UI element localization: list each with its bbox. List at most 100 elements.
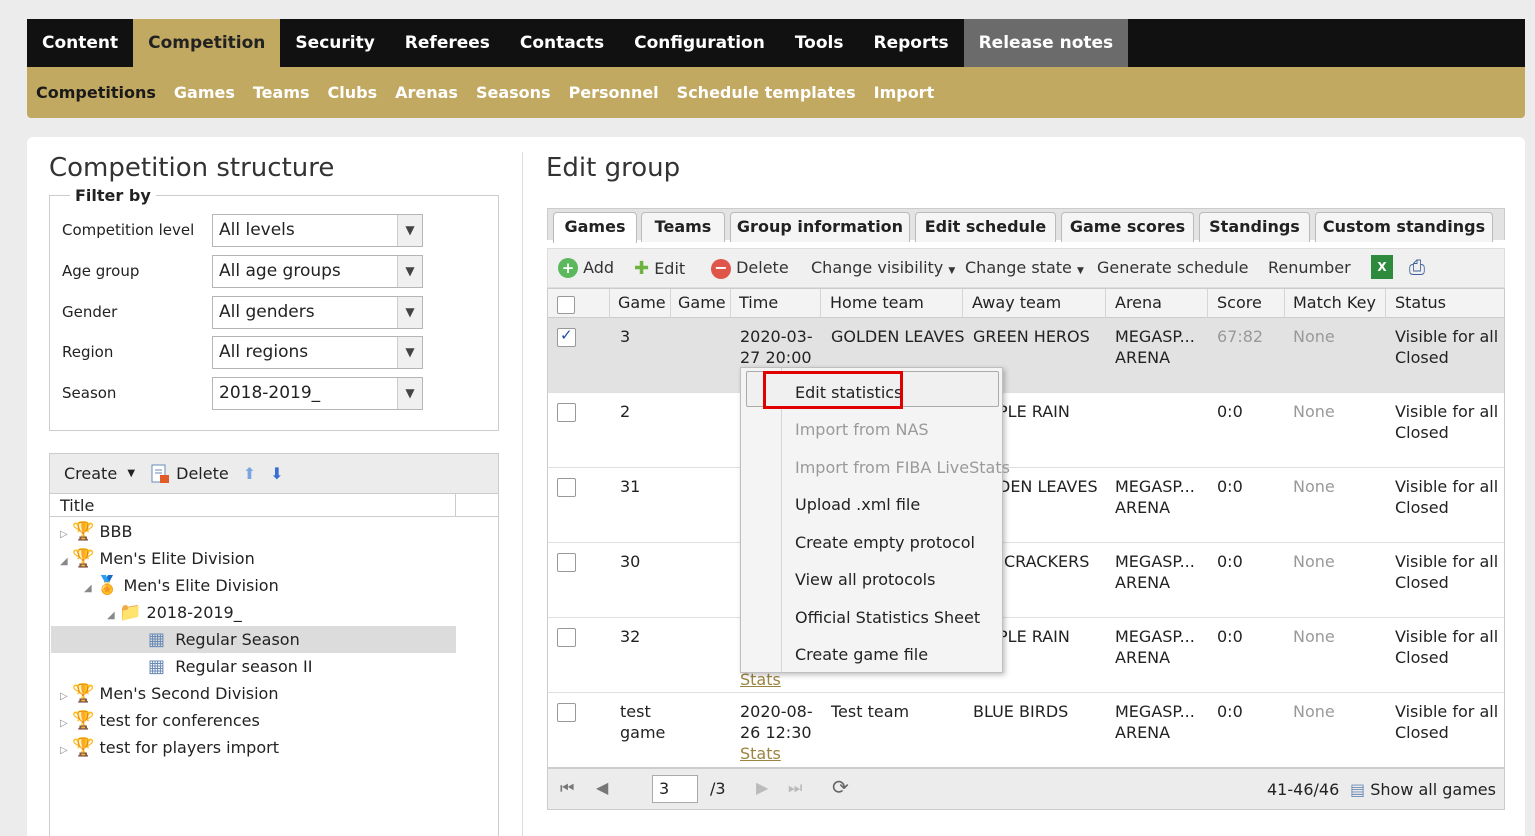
table-row[interactable]: 3 2020-03- 27 20:00 GOLDEN LEAVES GREEN …: [548, 318, 1504, 393]
age-group-select[interactable]: All age groups ▼: [212, 255, 423, 288]
create-button[interactable]: Create ▼: [64, 464, 135, 483]
tree-node-mens-second[interactable]: ▷ 🏆 Men's Second Division: [60, 680, 278, 707]
col-game-2[interactable]: Game: [678, 293, 730, 312]
table-row[interactable]: test game 2020-08- 26 12:30 Stats Test t…: [548, 693, 1504, 767]
menu-create-game-file[interactable]: Create game file: [795, 645, 928, 664]
expand-icon[interactable]: ▷: [60, 710, 72, 737]
collapse-icon[interactable]: ◢: [84, 575, 96, 602]
tab-custom-standings[interactable]: Custom standings: [1315, 212, 1493, 242]
tab-games[interactable]: Games: [553, 212, 637, 243]
tab-group-information[interactable]: Group information: [730, 212, 910, 242]
subnav-competitions[interactable]: Competitions: [36, 83, 156, 102]
nav-security[interactable]: Security: [280, 19, 389, 67]
col-score[interactable]: Score: [1217, 293, 1262, 312]
tab-edit-schedule[interactable]: Edit schedule: [915, 212, 1056, 242]
season-select[interactable]: 2018-2019_ ▼: [212, 377, 423, 410]
tab-teams[interactable]: Teams: [641, 212, 725, 242]
grid-header: Game Game Time Home team Away team Arena…: [548, 289, 1504, 318]
row-checkbox[interactable]: [557, 703, 576, 722]
menu-import-nas[interactable]: Import from NAS: [795, 420, 929, 439]
nav-tools[interactable]: Tools: [780, 19, 859, 67]
table-row[interactable]: 2 PLE RAIN 0:0 None Visible for all Clos…: [548, 393, 1504, 468]
tab-game-scores[interactable]: Game scores: [1061, 212, 1194, 242]
subnav-teams[interactable]: Teams: [253, 83, 310, 102]
filter-label-region: Region: [62, 343, 114, 361]
print-button[interactable]: ⎙: [1409, 255, 1433, 279]
chevron-down-icon: ▼: [397, 378, 422, 409]
refresh-icon[interactable]: ⟳: [832, 775, 849, 799]
table-row[interactable]: 31 DEN LEAVES MEGASP... ARENA 0:0 None V…: [548, 468, 1504, 543]
tree-node-regular-season[interactable]: ▦ Regular Season: [148, 626, 300, 653]
col-match-key[interactable]: Match Key: [1293, 293, 1376, 312]
expand-icon[interactable]: ▷: [60, 683, 72, 710]
chevron-down-icon: ▼: [397, 215, 422, 246]
table-row[interactable]: 30 CRACKERS MEGASP... ARENA 0:0 None Vis…: [548, 543, 1504, 618]
subnav-clubs[interactable]: Clubs: [328, 83, 378, 102]
subnav-seasons[interactable]: Seasons: [476, 83, 551, 102]
show-all-games-button[interactable]: ▤ Show all games: [1350, 780, 1496, 799]
generate-schedule-button[interactable]: Generate schedule: [1097, 258, 1249, 277]
row-checkbox[interactable]: [557, 478, 576, 497]
competition-level-select[interactable]: All levels ▼: [212, 214, 423, 247]
subnav-games[interactable]: Games: [174, 83, 235, 102]
delete-button[interactable]: − Delete: [711, 258, 789, 279]
move-up-button[interactable]: ⬆: [243, 464, 256, 483]
nav-reports[interactable]: Reports: [858, 19, 963, 67]
excel-export-button[interactable]: X: [1371, 255, 1393, 279]
tab-standings[interactable]: Standings: [1199, 212, 1310, 242]
col-home-team[interactable]: Home team: [830, 293, 924, 312]
row-checkbox[interactable]: [557, 553, 576, 572]
menu-official-statistics-sheet[interactable]: Official Statistics Sheet: [795, 608, 980, 627]
region-select[interactable]: All regions ▼: [212, 336, 423, 369]
menu-view-all-protocols[interactable]: View all protocols: [795, 570, 935, 589]
expand-icon[interactable]: ▷: [60, 737, 72, 764]
tree-node-conferences[interactable]: ▷ 🏆 test for conferences: [60, 707, 260, 734]
nav-competition[interactable]: Competition: [133, 19, 281, 67]
subnav-schedule-templates[interactable]: Schedule templates: [677, 83, 856, 102]
gender-select[interactable]: All genders ▼: [212, 296, 423, 329]
col-game[interactable]: Game: [618, 293, 670, 312]
menu-upload-xml[interactable]: Upload .xml file: [795, 495, 920, 514]
col-status[interactable]: Status: [1395, 293, 1446, 312]
edit-button[interactable]: ✚ Edit: [634, 258, 685, 279]
expand-icon[interactable]: ▷: [60, 521, 72, 548]
first-page-icon[interactable]: ⏮: [560, 778, 574, 798]
nav-configuration[interactable]: Configuration: [619, 19, 780, 67]
subnav-personnel[interactable]: Personnel: [569, 83, 659, 102]
nav-content[interactable]: Content: [27, 19, 133, 67]
table-row[interactable]: 32 Stats PLE RAIN MEGASP... ARENA 0:0 No…: [548, 618, 1504, 693]
col-time[interactable]: Time: [739, 293, 778, 312]
prev-page-icon[interactable]: ◀: [596, 778, 608, 797]
collapse-icon[interactable]: ◢: [60, 548, 72, 575]
page-input[interactable]: 3: [652, 775, 698, 803]
tree-node-regular-season-ii[interactable]: ▦ Regular season II: [148, 653, 312, 680]
select-all-checkbox[interactable]: [557, 296, 575, 314]
row-checkbox[interactable]: [557, 326, 576, 347]
col-away-team[interactable]: Away team: [972, 293, 1061, 312]
tree-node-season[interactable]: ◢ 📁 2018-2019_: [107, 599, 242, 626]
stats-link[interactable]: Stats: [740, 743, 781, 764]
move-down-button[interactable]: ⬇: [270, 464, 283, 483]
collapse-icon[interactable]: ◢: [107, 602, 119, 629]
menu-import-fiba[interactable]: Import from FIBA LiveStats: [795, 458, 1010, 477]
next-page-icon[interactable]: ▶: [756, 778, 768, 797]
row-checkbox[interactable]: [557, 628, 576, 647]
col-arena[interactable]: Arena: [1115, 293, 1162, 312]
subnav-import[interactable]: Import: [874, 83, 935, 102]
nav-contacts[interactable]: Contacts: [505, 19, 619, 67]
tree-node-players-import[interactable]: ▷ 🏆 test for players import: [60, 734, 279, 761]
change-visibility-menu[interactable]: Change visibility ▼: [811, 258, 955, 277]
row-checkbox[interactable]: [557, 403, 576, 422]
tree-node-mens-elite-sub[interactable]: ◢ 🏅 Men's Elite Division: [84, 572, 279, 599]
last-page-icon[interactable]: ⏭: [788, 778, 802, 798]
change-state-menu[interactable]: Change state ▼: [965, 258, 1084, 277]
tree-node-bbb[interactable]: ▷ 🏆 BBB: [60, 518, 132, 545]
renumber-button[interactable]: Renumber: [1268, 258, 1351, 277]
subnav-arenas[interactable]: Arenas: [395, 83, 458, 102]
tree-node-mens-elite[interactable]: ◢ 🏆 Men's Elite Division: [60, 545, 255, 572]
delete-tree-button[interactable]: Delete: [149, 463, 229, 485]
add-button[interactable]: + Add: [558, 258, 614, 278]
nav-referees[interactable]: Referees: [390, 19, 505, 67]
menu-create-empty-protocol[interactable]: Create empty protocol: [795, 533, 975, 552]
nav-release-notes[interactable]: Release notes: [963, 19, 1129, 67]
